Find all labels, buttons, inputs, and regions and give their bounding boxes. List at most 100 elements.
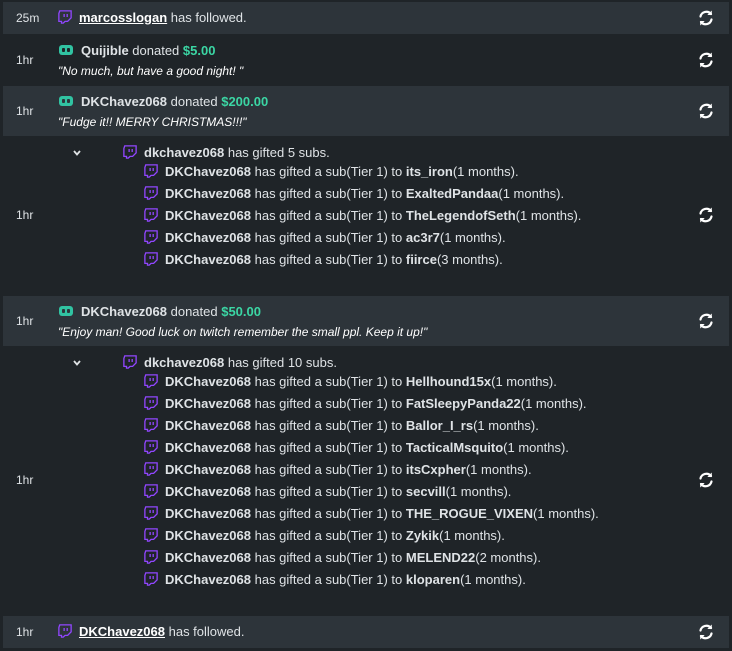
recipient-name: FatSleepyPanda22 bbox=[405, 396, 521, 411]
event-row-donation: 1hr DKChavez068 donated $50.00 "Enjoy ma… bbox=[3, 296, 729, 346]
twitch-icon bbox=[144, 418, 158, 432]
months-text: (1 months). bbox=[503, 440, 569, 455]
event-text: has followed. bbox=[165, 624, 245, 639]
donation-message: "Enjoy man! Good luck on twitch remember… bbox=[58, 325, 428, 339]
twitch-icon bbox=[123, 145, 137, 159]
event-text: has followed. bbox=[167, 10, 247, 25]
twitch-icon bbox=[144, 186, 158, 200]
refresh-icon[interactable] bbox=[697, 206, 715, 224]
gifter-name: DKChavez068 bbox=[165, 484, 251, 499]
refresh-icon[interactable] bbox=[697, 312, 715, 330]
event-time: 1hr bbox=[16, 625, 34, 639]
event-row-gift-subs: 1hr dkchavez068 has gifted 5 subs. DKCha… bbox=[3, 136, 729, 296]
event-text: has gifted a sub(Tier 1) to bbox=[251, 186, 406, 201]
gifter-name: DKChavez068 bbox=[165, 186, 251, 201]
recipient-name: Zykik bbox=[405, 528, 440, 543]
gifter-name: DKChavez068 bbox=[165, 374, 251, 389]
gift-item: DKChavez068 has gifted a sub(Tier 1) to … bbox=[144, 459, 599, 481]
gift-item: DKChavez068 has gifted a sub(Tier 1) to … bbox=[144, 393, 599, 415]
donor-name: DKChavez068 bbox=[81, 94, 167, 109]
months-text: (1 months). bbox=[439, 230, 506, 245]
twitch-icon bbox=[144, 528, 158, 542]
twitch-icon bbox=[144, 462, 158, 476]
streamlabs-icon bbox=[59, 96, 73, 106]
months-text: (1 months). bbox=[445, 484, 512, 499]
gifter-name: DKChavez068 bbox=[165, 528, 251, 543]
event-row-donation: 1hr Quijible donated $5.00 "No much, but… bbox=[3, 34, 729, 85]
donation-amount: $200.00 bbox=[221, 94, 269, 109]
recipient-name: its_iron bbox=[405, 164, 453, 179]
event-text: has gifted a sub(Tier 1) to bbox=[251, 550, 406, 565]
event-time: 1hr bbox=[16, 53, 34, 67]
twitch-icon bbox=[58, 624, 72, 638]
twitch-icon bbox=[144, 484, 158, 498]
gift-item: DKChavez068 has gifted a sub(Tier 1) to … bbox=[144, 371, 599, 393]
donation-amount: $50.00 bbox=[221, 304, 261, 319]
gifter-name: dkchavez068 bbox=[144, 355, 225, 370]
gift-list: DKChavez068 has gifted a sub(Tier 1) to … bbox=[144, 371, 599, 591]
recipient-name: TheLegendofSeth bbox=[405, 208, 516, 223]
chevron-down-icon[interactable] bbox=[71, 147, 83, 159]
event-time: 1hr bbox=[16, 208, 34, 222]
donor-name: DKChavez068 bbox=[81, 304, 167, 319]
event-row-follow: 1hr DKChavez068 has followed. bbox=[3, 616, 729, 648]
gifter-name: DKChavez068 bbox=[165, 164, 251, 179]
event-text: has gifted a sub(Tier 1) to bbox=[251, 418, 406, 433]
event-row-donation: 1hr DKChavez068 donated $200.00 "Fudge i… bbox=[3, 86, 729, 136]
event-text: has gifted a sub(Tier 1) to bbox=[251, 164, 406, 179]
gift-item: DKChavez068 has gifted a sub(Tier 1) to … bbox=[144, 227, 581, 249]
gifter-name: DKChavez068 bbox=[165, 396, 251, 411]
gifter-name: DKChavez068 bbox=[165, 418, 251, 433]
event-row-follow: 25m marcosslogan has followed. bbox=[3, 2, 729, 34]
refresh-icon[interactable] bbox=[697, 51, 715, 69]
event-text: donated bbox=[167, 304, 222, 319]
recipient-name: ac3r7 bbox=[405, 230, 440, 245]
twitch-icon bbox=[144, 572, 158, 586]
months-text: (3 months). bbox=[436, 252, 503, 267]
gifter-name: DKChavez068 bbox=[165, 506, 251, 521]
twitch-icon bbox=[123, 355, 137, 369]
gift-item: DKChavez068 has gifted a sub(Tier 1) to … bbox=[144, 481, 599, 503]
gifter-name: DKChavez068 bbox=[165, 252, 251, 267]
twitch-icon bbox=[144, 506, 158, 520]
event-text: donated bbox=[167, 94, 222, 109]
recipient-name: Hellhound15x bbox=[405, 374, 492, 389]
recipient-name: Ballor_I_rs bbox=[405, 418, 474, 433]
donation-message: "Fudge it!! MERRY CHRISTMAS!!!" bbox=[58, 115, 247, 129]
gift-header: dkchavez068 has gifted 5 subs. bbox=[123, 143, 330, 163]
event-row-gift-subs: 1hr dkchavez068 has gifted 10 subs. DKCh… bbox=[3, 346, 729, 616]
gifter-name: DKChavez068 bbox=[165, 572, 251, 587]
months-text: (1 months). bbox=[439, 528, 505, 543]
event-time: 1hr bbox=[16, 314, 34, 328]
gift-item: DKChavez068 has gifted a sub(Tier 1) to … bbox=[144, 415, 599, 437]
months-text: (1 months). bbox=[473, 418, 539, 433]
twitch-icon bbox=[144, 252, 158, 266]
gifter-name: dkchavez068 bbox=[144, 145, 225, 160]
username-link[interactable]: marcosslogan bbox=[79, 10, 167, 25]
event-text: has gifted a sub(Tier 1) to bbox=[251, 528, 406, 543]
gifter-name: DKChavez068 bbox=[165, 208, 251, 223]
chevron-down-icon[interactable] bbox=[71, 357, 83, 369]
refresh-icon[interactable] bbox=[697, 471, 715, 489]
event-text: has gifted a sub(Tier 1) to bbox=[251, 462, 406, 477]
gift-item: DKChavez068 has gifted a sub(Tier 1) to … bbox=[144, 547, 599, 569]
gift-item: DKChavez068 has gifted a sub(Tier 1) to … bbox=[144, 205, 581, 227]
refresh-icon[interactable] bbox=[697, 9, 715, 27]
username-link[interactable]: DKChavez068 bbox=[79, 624, 165, 639]
activity-feed: 25m marcosslogan has followed. 1hr Quiji… bbox=[0, 0, 732, 651]
event-text: has gifted a sub(Tier 1) to bbox=[251, 506, 406, 521]
recipient-name: TacticalMsquito bbox=[405, 440, 504, 455]
gift-item: DKChavez068 has gifted a sub(Tier 1) to … bbox=[144, 183, 581, 205]
refresh-icon[interactable] bbox=[697, 102, 715, 120]
recipient-name: MELEND22 bbox=[405, 550, 476, 565]
months-text: (1 months). bbox=[515, 208, 582, 223]
gifter-name: DKChavez068 bbox=[165, 550, 251, 565]
refresh-icon[interactable] bbox=[697, 623, 715, 641]
gift-header: dkchavez068 has gifted 10 subs. bbox=[123, 353, 337, 373]
twitch-icon bbox=[144, 230, 158, 244]
months-text: (1 months). bbox=[520, 396, 587, 411]
months-text: (1 months). bbox=[465, 462, 532, 477]
gift-list: DKChavez068 has gifted a sub(Tier 1) to … bbox=[144, 161, 581, 271]
months-text: (2 months). bbox=[475, 550, 541, 565]
event-text: has gifted a sub(Tier 1) to bbox=[251, 572, 406, 587]
